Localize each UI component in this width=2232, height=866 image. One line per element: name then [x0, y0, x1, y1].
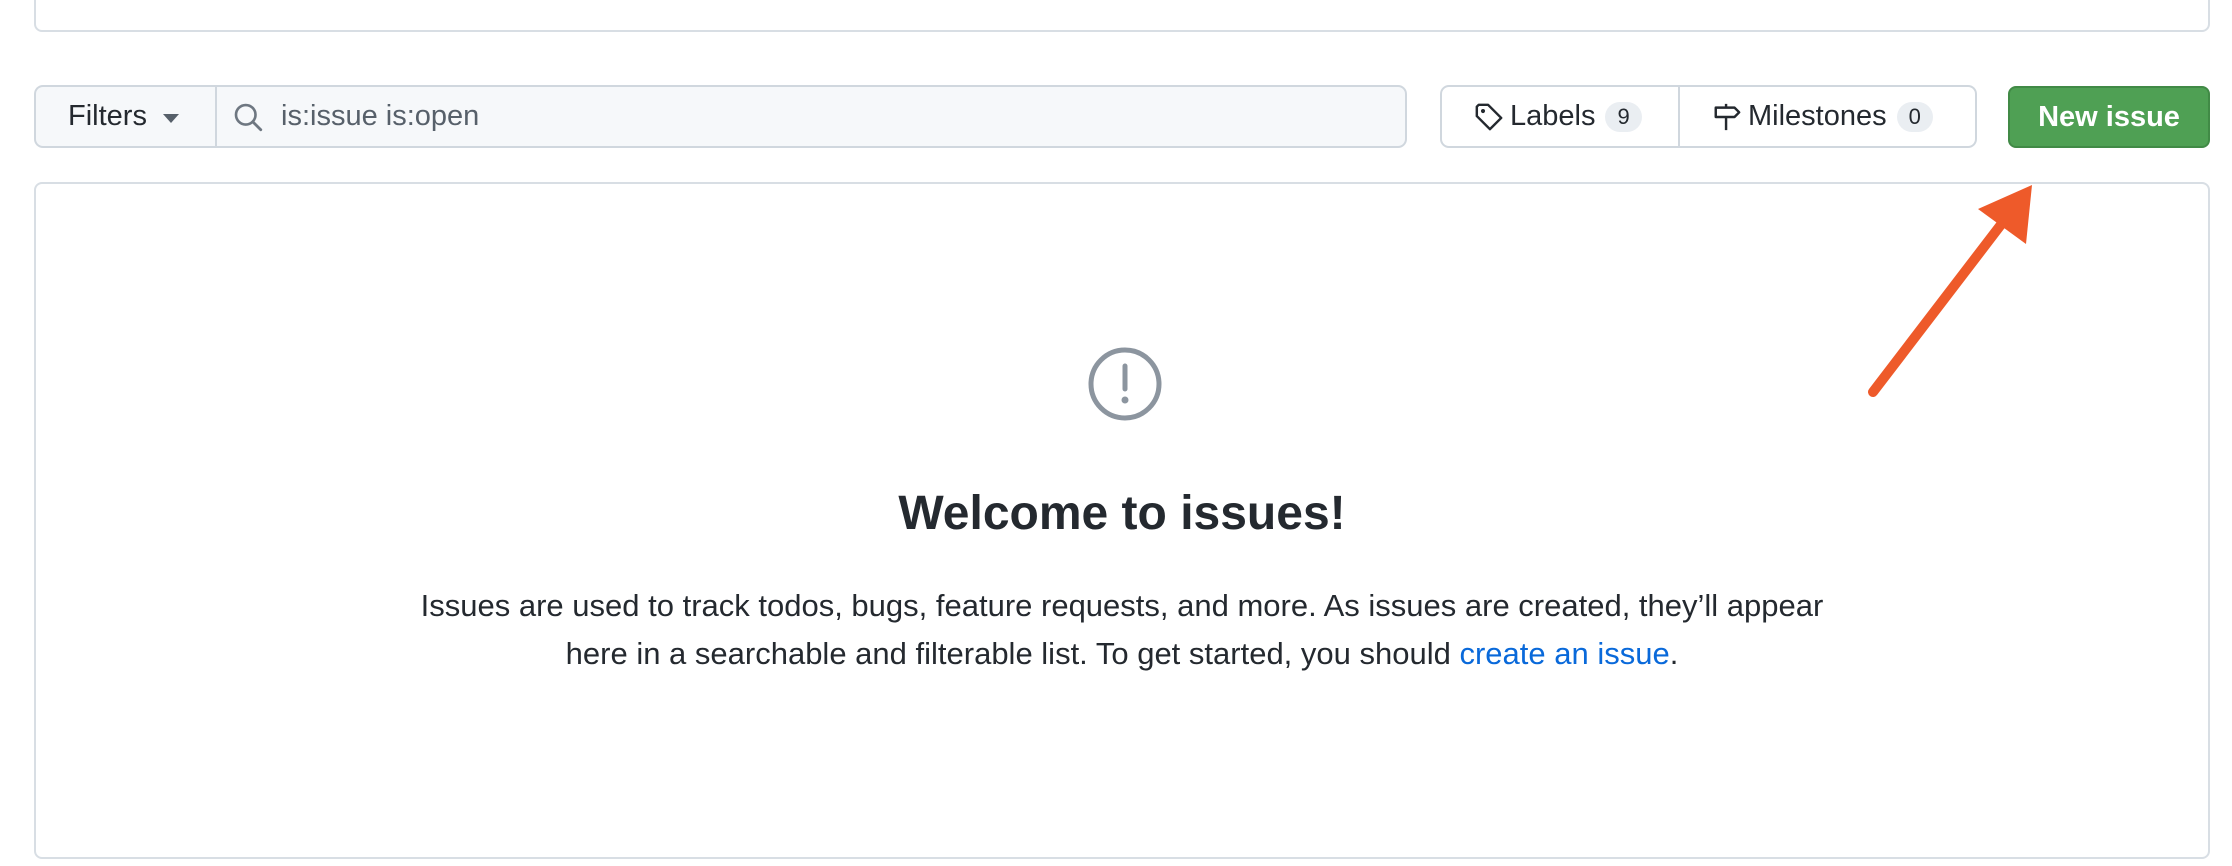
milestones-count: 0	[1896, 101, 1933, 132]
labels-label: Labels	[1510, 100, 1596, 132]
filters-label: Filters	[68, 100, 147, 132]
caret-down-icon	[162, 113, 179, 123]
description-line-1: Issues are used to track todos, bugs, fe…	[420, 588, 1824, 623]
labels-count: 9	[1605, 101, 1642, 132]
blankslate: Welcome to issues! Issues are used to tr…	[34, 182, 2210, 859]
create-issue-link[interactable]: create an issue	[1459, 636, 1669, 671]
filter-search-group: Filters	[34, 85, 1407, 148]
issues-page: Filters Labels 9 Milest	[0, 0, 2232, 866]
labels-button[interactable]: Labels 9	[1440, 85, 1680, 148]
labels-milestones-group: Labels 9 Milestones 0	[1440, 85, 1977, 148]
tag-icon	[1475, 103, 1503, 130]
search-box[interactable]	[215, 85, 1407, 148]
new-issue-button[interactable]: New issue	[2008, 86, 2210, 148]
milestone-icon	[1714, 103, 1741, 130]
description-line-2: here in a searchable and filterable list…	[565, 636, 1460, 671]
blankslate-title: Welcome to issues!	[898, 487, 1346, 540]
description-period: .	[1669, 636, 1679, 671]
milestones-label: Milestones	[1748, 100, 1887, 132]
blankslate-description: Issues are used to track todos, bugs, fe…	[36, 582, 2208, 678]
milestones-button[interactable]: Milestones 0	[1680, 85, 1977, 148]
top-container	[34, 0, 2210, 32]
search-input[interactable]	[279, 99, 1283, 134]
search-icon	[234, 103, 263, 131]
issue-opened-icon	[1088, 347, 1162, 421]
filters-button[interactable]: Filters	[34, 85, 215, 148]
